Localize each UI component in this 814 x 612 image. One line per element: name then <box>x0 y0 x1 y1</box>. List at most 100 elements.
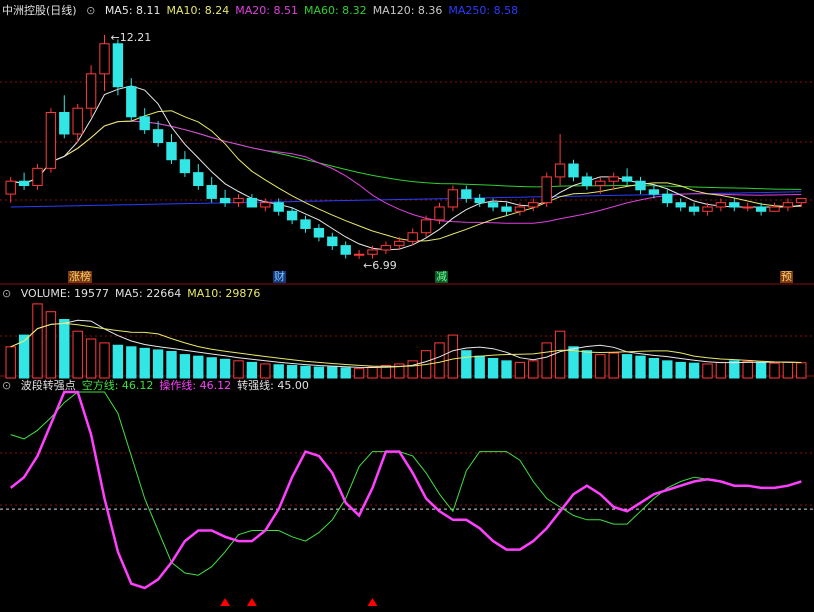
candle-body-29 <box>394 240 405 247</box>
candle-body-22 <box>300 219 311 229</box>
volume-bar-42 <box>568 346 579 379</box>
price-header-item-2: MA20: 8.51 <box>235 4 298 17</box>
price-header-item-4: MA120: 8.36 <box>372 4 443 17</box>
candle-body-40 <box>541 176 552 204</box>
candle-body-58 <box>782 202 794 208</box>
volume-bar-48 <box>648 358 660 379</box>
volume-bar-51 <box>688 362 700 379</box>
volume-bar-1 <box>18 334 30 379</box>
volume-bar-25 <box>340 367 351 379</box>
oscillator-settings-icon[interactable]: ⊙ <box>2 379 11 392</box>
volume-bar-9 <box>126 346 137 379</box>
candle-body-51 <box>688 206 700 212</box>
volume-header-item-0: VOLUME: 19577 <box>20 287 109 300</box>
candle-body-47 <box>635 180 646 191</box>
candle-body-2 <box>32 167 43 187</box>
volume-bar-13 <box>179 354 191 379</box>
candle-body-8 <box>112 43 124 88</box>
volume-bar-49 <box>662 360 673 379</box>
candle-body-48 <box>648 189 660 195</box>
volume-bar-19 <box>260 363 271 379</box>
candle-body-42 <box>568 163 579 178</box>
volume-header-item-1: MA5: 22664 <box>114 287 182 300</box>
candle-body-14 <box>193 172 204 187</box>
candle-body-53 <box>715 202 727 208</box>
volume-bar-54 <box>729 360 740 379</box>
low-price-label: ←6.99 <box>363 259 397 272</box>
oscillator-header: ⊙ 波段转强点 空方线: 46.12 操作线: 46.12 转强线: 45.00 <box>2 378 321 394</box>
volume-bar-20 <box>273 364 284 379</box>
volume-bar-52 <box>702 363 713 379</box>
candle-body-16 <box>219 197 231 204</box>
price-header-item-5: MA250: 8.58 <box>448 4 519 17</box>
signal-arrow-0 <box>220 598 231 606</box>
candle-body-59 <box>796 197 807 204</box>
candle-body-3 <box>45 111 57 169</box>
volume-bar-16 <box>219 358 231 379</box>
candle-body-52 <box>702 206 713 212</box>
price-header-item-0: MA5: 8.11 <box>104 4 161 17</box>
volume-bar-59 <box>796 362 807 379</box>
candle-body-0 <box>5 180 16 195</box>
ma20-line <box>10 120 802 224</box>
settings-icon[interactable]: ⊙ <box>86 4 95 17</box>
operation-line <box>9 390 802 590</box>
stock-title[interactable]: 中洲控股(日线) <box>2 4 77 17</box>
price-header-item-1: MA10: 8.24 <box>166 4 230 17</box>
volume-bar-4 <box>59 319 70 379</box>
volume-bar-18 <box>246 361 258 379</box>
chart-canvas[interactable]: ←12.21 ←6.99 <box>0 0 814 612</box>
candle-body-7 <box>99 43 110 75</box>
volume-bar-39 <box>528 360 539 379</box>
volume-bar-34 <box>461 350 472 379</box>
volume-bar-38 <box>514 361 526 379</box>
candle-body-35 <box>474 197 485 204</box>
volume-bar-32 <box>434 342 445 379</box>
signal-arrow-1 <box>246 598 257 606</box>
candle-body-46 <box>621 176 633 182</box>
volume-bar-44 <box>595 354 606 379</box>
candle-body-44 <box>595 180 606 187</box>
volume-bar-55 <box>742 361 753 379</box>
candle-body-10 <box>139 116 150 131</box>
candle-body-21 <box>286 210 298 221</box>
candle-body-41 <box>554 163 566 178</box>
volume-bar-41 <box>554 330 566 379</box>
event-tag-jian[interactable]: 减 <box>435 271 448 283</box>
volume-bar-53 <box>715 361 727 379</box>
candle-body-57 <box>769 206 780 212</box>
candle-body-28 <box>380 245 392 251</box>
volume-bar-35 <box>474 355 485 379</box>
volume-bar-36 <box>487 358 499 379</box>
candle-body-31 <box>420 219 432 234</box>
volume-bar-14 <box>193 355 204 379</box>
candle-body-26 <box>353 253 365 256</box>
candle-body-1 <box>18 180 30 187</box>
volume-settings-icon[interactable]: ⊙ <box>2 287 11 300</box>
volume-bar-45 <box>608 352 619 379</box>
volume-header: ⊙ VOLUME: 19577 MA5: 22664 MA10: 29876 <box>2 286 272 302</box>
candle-body-56 <box>755 206 767 212</box>
volume-bar-27 <box>367 366 378 379</box>
candle-body-6 <box>85 73 97 109</box>
volume-bar-17 <box>233 360 244 379</box>
event-tag-zhangbang[interactable]: 涨榜 <box>68 271 92 283</box>
event-tag-cai[interactable]: 财 <box>273 271 286 283</box>
osc-header-item-0: 波段转强点 <box>20 379 76 392</box>
candle-body-30 <box>407 232 418 242</box>
candle-body-15 <box>206 185 217 199</box>
volume-bar-23 <box>313 366 325 379</box>
volume-bar-57 <box>769 362 780 379</box>
volume-bar-37 <box>501 360 512 379</box>
volume-bar-15 <box>206 357 217 379</box>
volume-bar-26 <box>353 368 365 379</box>
price-header: 中洲控股(日线) ⊙ MA5: 8.11 MA10: 8.24 MA20: 8.51… <box>2 3 530 19</box>
event-tag-yu[interactable]: 预 <box>780 271 793 283</box>
high-price-label: ←12.21 <box>111 31 152 44</box>
volume-bar-47 <box>635 355 646 379</box>
candle-body-55 <box>742 206 753 209</box>
candle-body-34 <box>461 189 472 199</box>
candle-body-5 <box>72 107 83 135</box>
volume-bar-0 <box>5 346 16 379</box>
candle-body-50 <box>675 202 686 208</box>
